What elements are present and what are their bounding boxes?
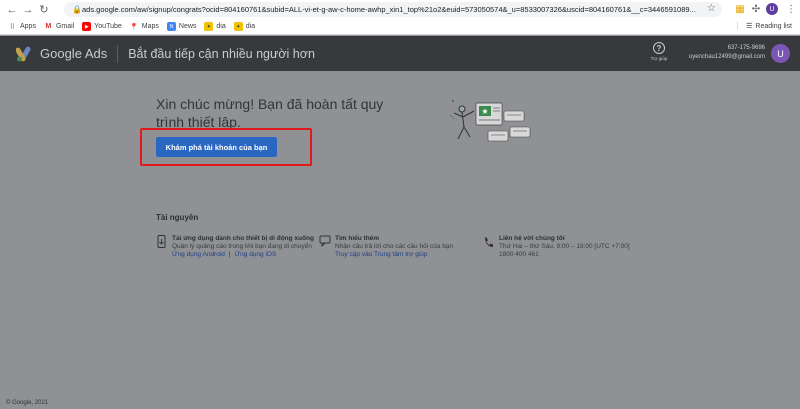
mobile-download-icon — [157, 235, 166, 248]
resource-title: Tải ứng dụng dành cho thiết bị di động x… — [172, 235, 314, 242]
resource-contact: Liên hệ với chúng tôi Thứ Hai – thứ Sáu,… — [485, 235, 630, 259]
svg-text:★: ★ — [481, 107, 488, 116]
ios-app-link[interactable]: Ứng dụng iOS — [235, 251, 277, 258]
phone-number: 1800 400 461 — [499, 251, 539, 258]
explore-account-button[interactable]: Khám phá tài khoản của bạn — [156, 137, 277, 157]
header-divider — [117, 44, 119, 63]
bookmark-youtube[interactable]: ▶ YouTube — [82, 22, 122, 31]
celebration-illustration: ★ — [449, 100, 531, 142]
bookmarks-bar: ⠿ Apps M Gmail ▶ YouTube 📍 Maps N News ✦… — [0, 19, 800, 35]
bookmark-dia-1[interactable]: ✦ dia — [204, 22, 226, 31]
profile-avatar[interactable]: U — [766, 3, 778, 15]
bookmark-label: News — [178, 23, 197, 30]
reading-list-label: Reading list — [755, 22, 792, 30]
bookmark-label: Gmail — [55, 23, 75, 30]
news-icon: N — [166, 22, 176, 31]
apps-grid-icon: ⠿ — [9, 23, 16, 31]
bookmark-label: Apps — [20, 23, 36, 30]
copyright: © Google, 2021 — [6, 400, 49, 406]
browser-toolbar: ← → ↻ 🔒 ads.google.com/aw/signup/congrat… — [0, 0, 800, 19]
chat-bubble-icon — [319, 235, 331, 248]
resource-desc: Thứ Hai – thứ Sáu, 9:00 – 18:00 [UTC +7:… — [499, 243, 630, 250]
dia-icon: ✦ — [233, 22, 243, 31]
help-icon: ? — [653, 42, 665, 54]
bookmark-gmail[interactable]: M Gmail — [44, 22, 75, 31]
resources-title: Tài nguyên — [156, 213, 199, 222]
avatar[interactable]: U — [771, 44, 790, 63]
help-button[interactable]: ? Trợ giúp — [646, 42, 672, 61]
account-id: 637-175-9696 — [727, 45, 765, 51]
congrats-heading: Xin chúc mừng! Bạn đã hoàn tất quy trình… — [156, 96, 384, 130]
reading-list-icon: ☰ — [746, 23, 753, 30]
resource-desc: Quản lý quảng cáo trong khi bạn đang di … — [172, 243, 312, 250]
page-title: Bắt đầu tiếp cận nhiều người hơn — [128, 46, 315, 61]
account-email: uyenchau12499@gmail.com — [688, 54, 765, 60]
help-center-link[interactable]: Truy cập vào Trung tâm trợ giúp — [335, 251, 428, 258]
address-bar[interactable]: 🔒 ads.google.com/aw/signup/congrats?ocid… — [64, 2, 722, 17]
google-ads-logo-icon[interactable] — [16, 46, 34, 62]
bookmark-label: Maps — [141, 23, 159, 30]
forward-icon[interactable]: → — [20, 0, 36, 19]
bookmark-maps[interactable]: 📍 Maps — [130, 22, 159, 31]
bookmark-apps[interactable]: ⠿ Apps — [8, 22, 36, 31]
phone-icon — [485, 237, 493, 247]
account-info[interactable]: 637-175-9696 uyenchau12499@gmail.com — [689, 44, 765, 62]
bookmark-dia-2[interactable]: ✦ dia — [233, 22, 256, 31]
bookmark-news[interactable]: N News — [166, 22, 197, 31]
ads-header: Google Ads Bắt đầu tiếp cận nhiều người … — [0, 36, 800, 71]
back-icon[interactable]: ← — [4, 0, 20, 19]
link-divider: | — [228, 251, 231, 258]
bookmark-star-icon[interactable]: ☆ — [707, 3, 716, 14]
resource-title: Tìm hiểu thêm — [335, 235, 380, 242]
bookmark-label: dia — [216, 23, 226, 30]
menu-icon[interactable]: ⋮ — [784, 2, 798, 17]
resource-mobile-app: Tải ứng dụng dành cho thiết bị di động x… — [157, 235, 314, 259]
url-text: ads.google.com/aw/signup/congrats?ocid=8… — [82, 5, 696, 14]
help-label: Trợ giúp — [650, 56, 668, 61]
reload-icon[interactable]: ↻ — [36, 0, 52, 19]
lock-icon: 🔒 — [72, 5, 82, 14]
android-app-link[interactable]: Ứng dụng Android — [172, 251, 225, 258]
resource-learn-more: Tìm hiểu thêm Nhận câu trả lời cho các c… — [319, 235, 454, 259]
gmail-icon: M — [45, 23, 52, 30]
bookmark-label: YouTube — [94, 23, 122, 30]
extension-icon[interactable]: ▦ — [733, 2, 747, 17]
resource-desc: Nhận câu trả lời cho các câu hỏi của bạn — [335, 243, 454, 250]
resource-title: Liên hệ với chúng tôi — [499, 235, 565, 242]
product-name: Google Ads — [40, 46, 108, 61]
reading-list[interactable]: ☰ Reading list — [737, 22, 792, 30]
bookmark-label: dia — [245, 23, 256, 30]
dia-icon: ✦ — [204, 22, 214, 31]
puzzle-icon[interactable]: ✣ — [749, 2, 763, 17]
youtube-icon: ▶ — [82, 22, 92, 31]
maps-icon: 📍 — [129, 23, 139, 31]
